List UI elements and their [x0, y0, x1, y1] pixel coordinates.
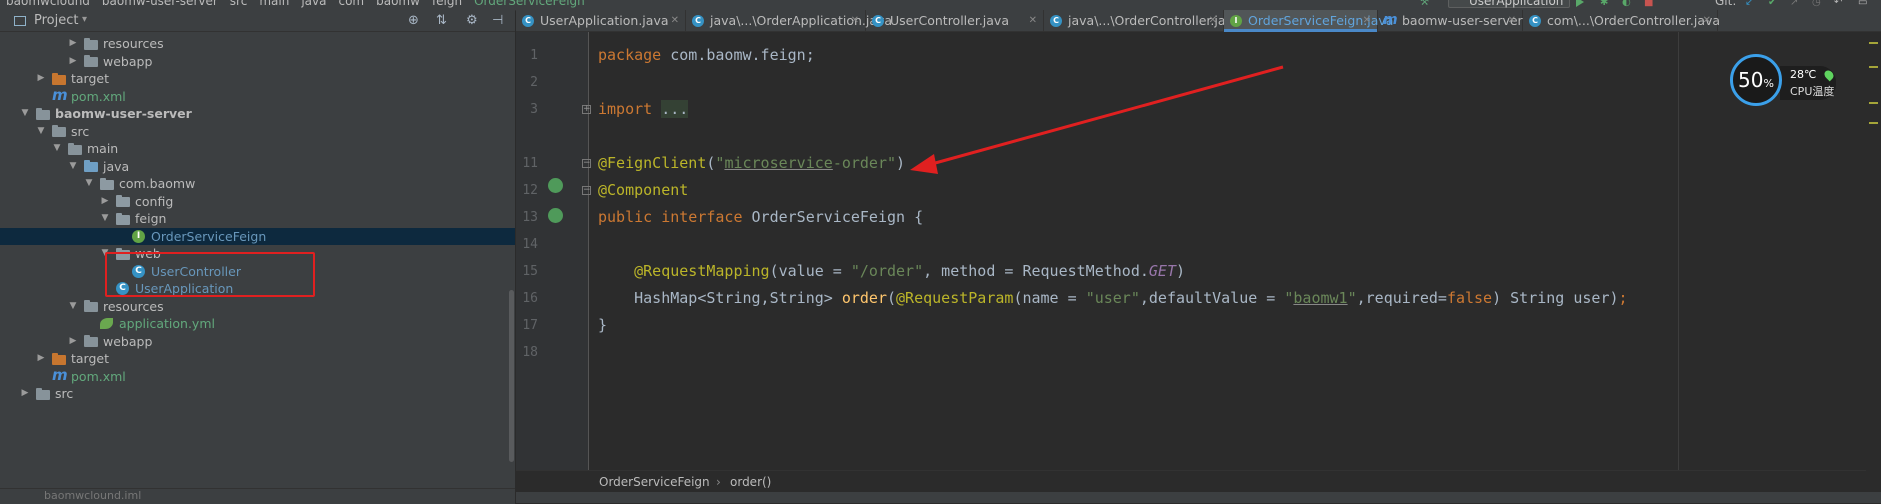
- editor-breadcrumb: OrderServiceFeign › order(): [516, 470, 1866, 493]
- cpu-monitor-widget: 28℃ CPU温度 50%: [1730, 54, 1840, 106]
- status-bar: [516, 492, 1881, 503]
- annotation-arrow: [910, 65, 1284, 174]
- breadcrumb-separator: ›: [716, 475, 721, 489]
- cpu-usage-ring: 50%: [1730, 54, 1782, 106]
- cpu-temperature: 28℃: [1790, 68, 1817, 81]
- warning-mark[interactable]: [1869, 42, 1878, 44]
- cpu-temperature-label: CPU温度: [1790, 85, 1835, 98]
- warning-mark[interactable]: [1869, 66, 1878, 68]
- warning-mark[interactable]: [1869, 102, 1878, 104]
- cpu-temperature-panel: 28℃ CPU温度: [1780, 66, 1836, 100]
- leaf-icon: [1822, 68, 1836, 82]
- breadcrumb-class[interactable]: OrderServiceFeign: [599, 471, 710, 493]
- editor-scrollbar[interactable]: [1866, 32, 1881, 482]
- breadcrumb-method[interactable]: order(): [730, 471, 771, 493]
- warning-mark[interactable]: [1869, 122, 1878, 124]
